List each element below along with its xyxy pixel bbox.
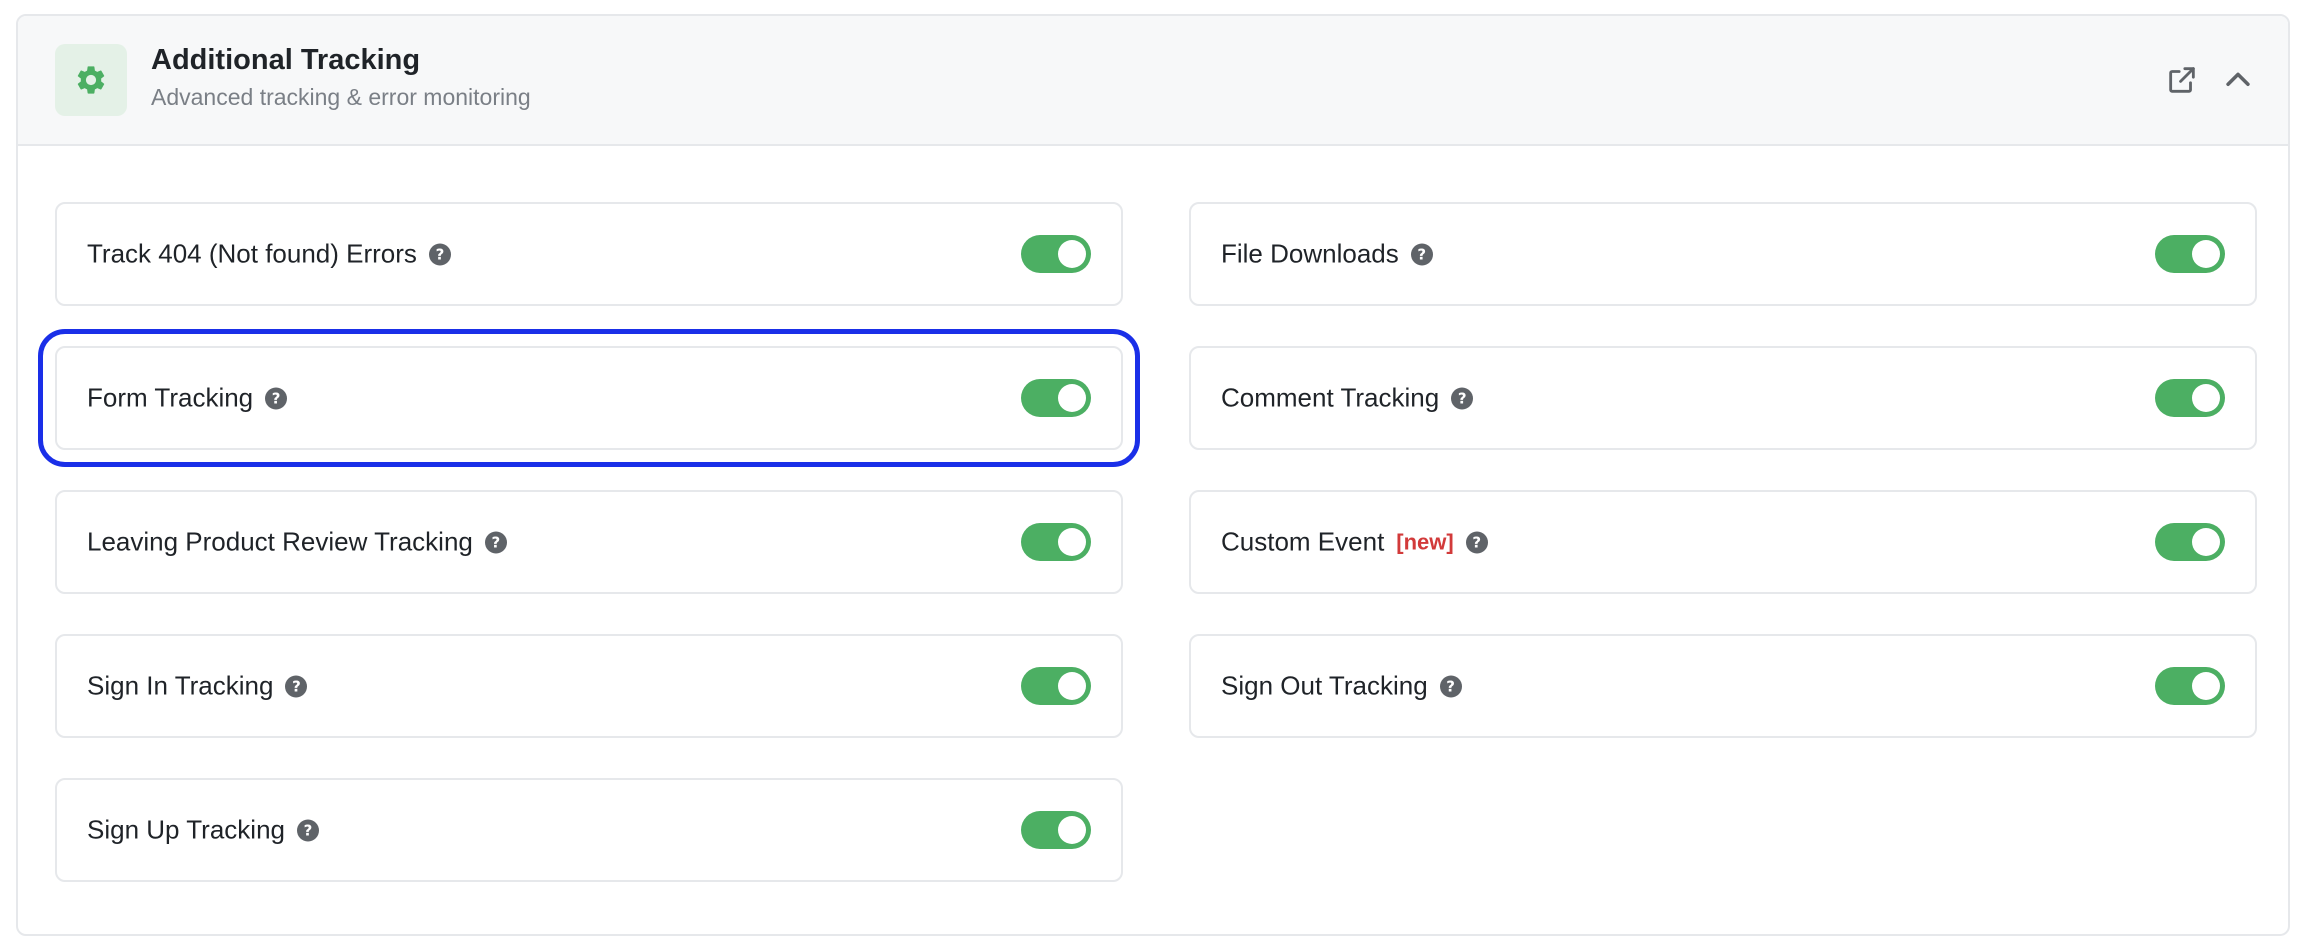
toggle-knob xyxy=(1058,528,1086,556)
option-label-group: Sign Up Tracking? xyxy=(87,815,319,846)
panel-subtitle: Advanced tracking & error monitoring xyxy=(151,84,531,110)
toggle-knob xyxy=(1058,816,1086,844)
toggle-knob xyxy=(1058,240,1086,268)
option-label: Custom Event xyxy=(1221,526,1385,557)
help-icon[interactable]: ? xyxy=(1439,675,1462,697)
option-label: Track 404 (Not found) Errors xyxy=(87,238,417,269)
option-sign-out-tracking: Sign Out Tracking? xyxy=(1189,634,2257,738)
header-actions xyxy=(2164,62,2256,98)
toggle-sign-up-tracking[interactable] xyxy=(1021,811,1091,849)
option-label-group: Track 404 (Not found) Errors? xyxy=(87,239,451,270)
option-label: Sign Out Tracking xyxy=(1221,670,1428,701)
external-link-icon[interactable] xyxy=(2164,62,2200,98)
toggle-knob xyxy=(2192,528,2220,556)
option-label: Comment Tracking xyxy=(1221,382,1440,413)
option-form-tracking: Form Tracking? xyxy=(38,329,1140,467)
toggle-comment-tracking[interactable] xyxy=(2155,379,2225,417)
toggle-knob xyxy=(1058,672,1086,700)
option-label: Leaving Product Review Tracking xyxy=(87,526,473,557)
option-comment-tracking: Comment Tracking? xyxy=(1189,346,2257,450)
option-label-group: Leaving Product Review Tracking? xyxy=(87,527,507,558)
toggle-sign-in-tracking[interactable] xyxy=(1021,667,1091,705)
option-label-group: Sign Out Tracking? xyxy=(1221,671,1462,702)
panel-header[interactable]: Additional Tracking Advanced tracking & … xyxy=(18,16,2288,146)
option-label-group: File Downloads? xyxy=(1221,239,1433,270)
toggle-knob xyxy=(2192,672,2220,700)
toggle-knob xyxy=(2192,240,2220,268)
option-label: Sign In Tracking xyxy=(87,670,274,701)
toggle-form-tracking[interactable] xyxy=(1021,379,1091,417)
toggle-track-404-not-found-errors[interactable] xyxy=(1021,235,1091,273)
help-icon[interactable]: ? xyxy=(285,675,308,697)
new-badge: [new] xyxy=(1396,529,1454,554)
option-leaving-product-review-tracking: Leaving Product Review Tracking? xyxy=(55,490,1123,594)
option-track-404-not-found-errors: Track 404 (Not found) Errors? xyxy=(55,202,1123,306)
option-label: File Downloads xyxy=(1221,238,1399,269)
gear-icon xyxy=(55,44,127,116)
chevron-up-icon[interactable] xyxy=(2220,62,2256,98)
panel-title: Additional Tracking xyxy=(151,44,421,76)
toggle-file-downloads[interactable] xyxy=(2155,235,2225,273)
option-custom-event: Custom Event [new]? xyxy=(1189,490,2257,594)
toggle-sign-out-tracking[interactable] xyxy=(2155,667,2225,705)
toggle-knob xyxy=(2192,384,2220,412)
help-icon[interactable]: ? xyxy=(265,387,288,409)
option-sign-up-tracking: Sign Up Tracking? xyxy=(55,778,1123,882)
option-label-group: Comment Tracking? xyxy=(1221,382,1474,414)
help-icon[interactable]: ? xyxy=(296,819,319,841)
option-label: Form Tracking xyxy=(87,382,254,413)
toggle-knob xyxy=(1058,384,1086,412)
help-icon[interactable]: ? xyxy=(1465,531,1488,553)
option-file-downloads: File Downloads? xyxy=(1189,202,2257,306)
help-icon[interactable]: ? xyxy=(428,243,451,265)
option-label: Sign Up Tracking xyxy=(87,814,285,845)
toggle-custom-event[interactable] xyxy=(2155,523,2225,561)
option-sign-in-tracking: Sign In Tracking? xyxy=(55,634,1123,738)
option-label-group: Custom Event [new]? xyxy=(1221,527,1488,558)
toggle-leaving-product-review-tracking[interactable] xyxy=(1021,523,1091,561)
option-label-group: Form Tracking? xyxy=(87,382,288,414)
help-icon[interactable]: ? xyxy=(484,531,507,553)
tracking-options-grid: Track 404 (Not found) Errors? File Downlo… xyxy=(38,202,2271,882)
help-icon[interactable]: ? xyxy=(1451,387,1474,409)
additional-tracking-panel: Additional Tracking Advanced tracking & … xyxy=(16,14,2290,936)
help-icon[interactable]: ? xyxy=(1410,243,1433,265)
option-label-group: Sign In Tracking? xyxy=(87,670,308,702)
